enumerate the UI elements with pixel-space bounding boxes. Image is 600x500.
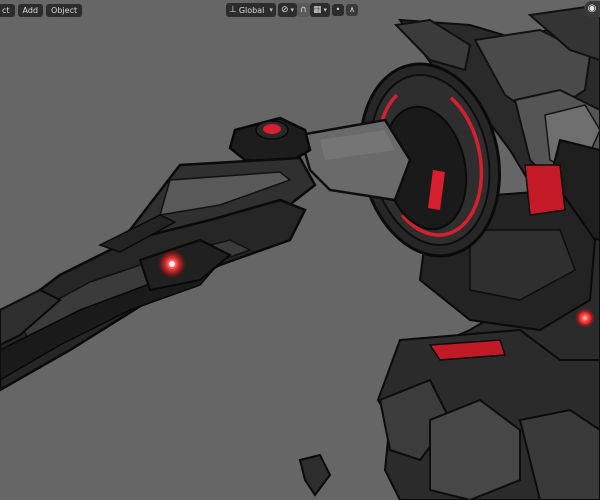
robot-render	[0, 3, 600, 500]
viewport-header: ct Add Object	[0, 0, 600, 20]
menu-select[interactable]: ct	[0, 3, 15, 17]
menu-object[interactable]: Object	[46, 3, 83, 17]
3d-viewport[interactable]: ct Add Object ⊥ Global ▾ ⊘ ▾ ∩ ▦ ▾ • ∧ ◉	[0, 0, 600, 500]
menu-add[interactable]: Add	[17, 3, 44, 17]
